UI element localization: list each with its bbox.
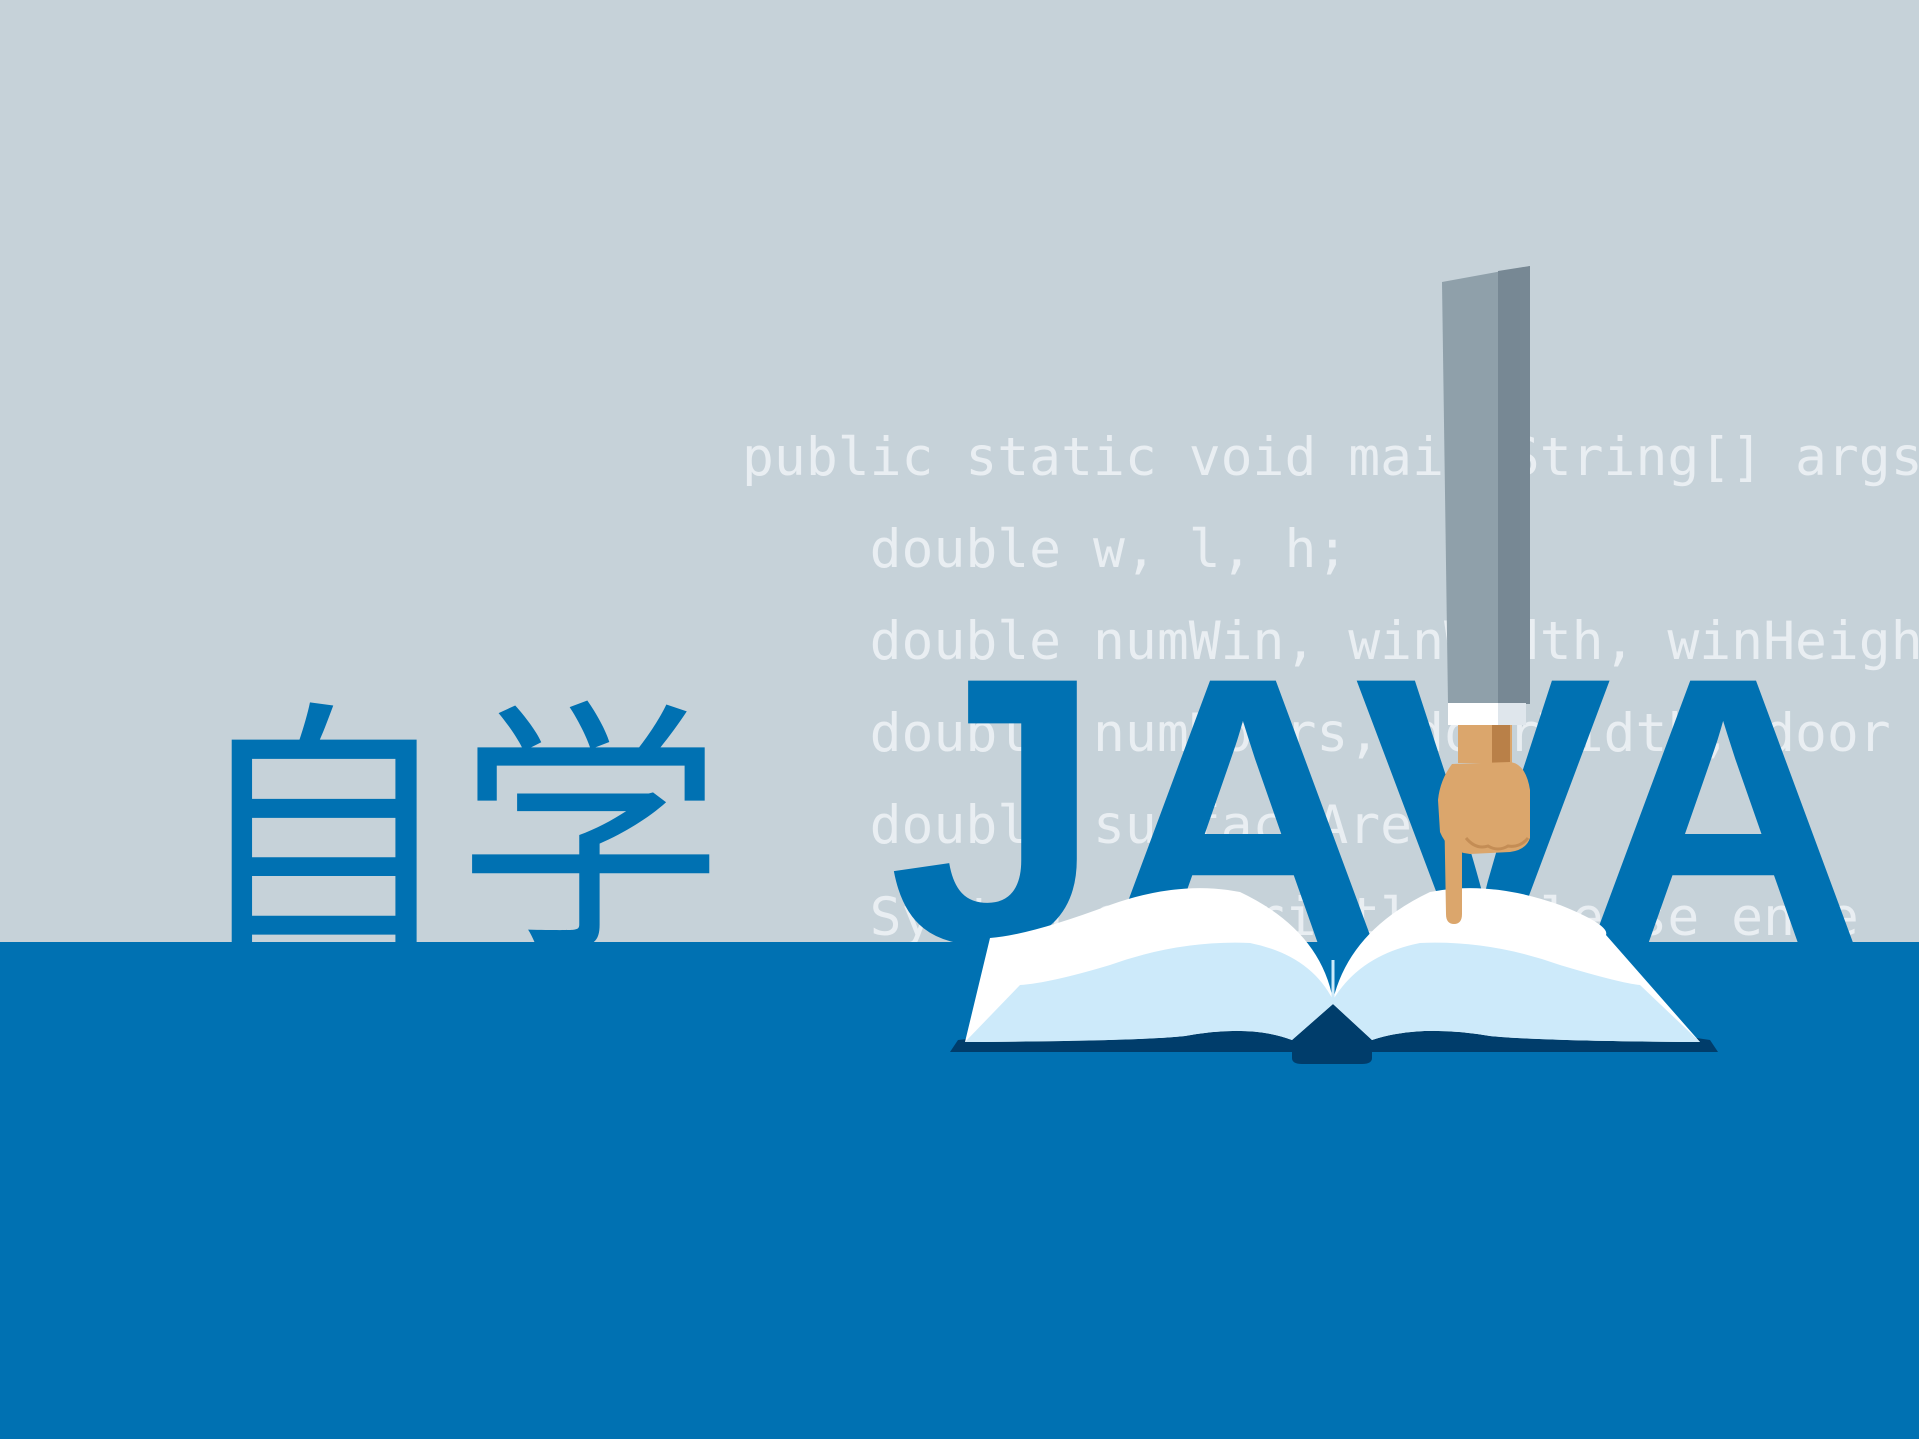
- banner: public static void main(String[] args do…: [0, 0, 1919, 1439]
- title-chinese: 自学: [188, 680, 724, 992]
- pointing-hand-icon: [1438, 266, 1530, 924]
- banner-artwork: 自学 JAVA: [188, 266, 1863, 1064]
